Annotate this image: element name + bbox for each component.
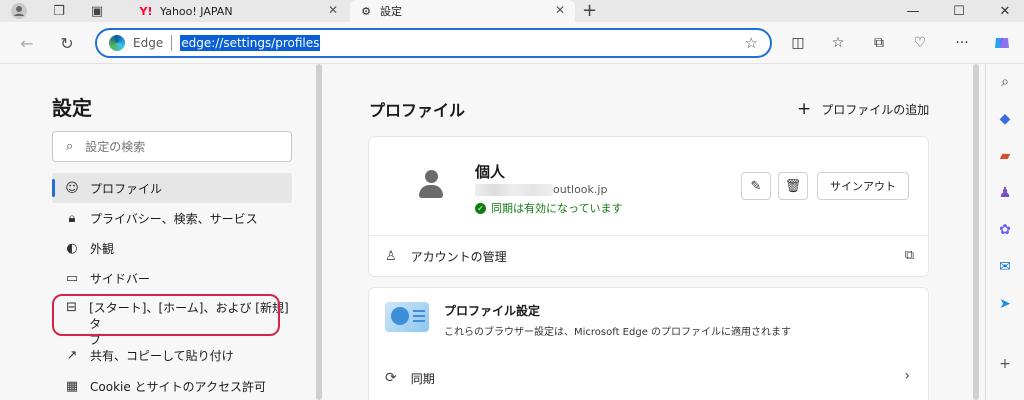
sidebar-item-label: プロファイル <box>90 181 163 196</box>
share-icon: ↗ <box>66 347 78 363</box>
sidebar-item-label: 共有、コピーして貼り付け <box>90 348 234 363</box>
send-icon[interactable]: ➤ <box>995 294 1015 314</box>
pencil-icon: ✎ <box>750 178 762 194</box>
favorites-icon[interactable]: ☆ <box>828 33 848 53</box>
sync-row[interactable]: ⟳ 同期 › <box>369 358 928 398</box>
sidebar-item-label: 外観 <box>90 241 115 256</box>
close-icon[interactable]: ✕ <box>328 3 338 17</box>
profile-avatar-icon[interactable] <box>10 2 28 20</box>
more-menu-icon[interactable]: ··· <box>952 33 972 53</box>
profile-settings-card: プロファイル設定 これらのブラウザー設定は、Microsoft Edge のプロ… <box>369 288 928 400</box>
sync-icon: ⟳ <box>385 370 397 386</box>
signout-button[interactable]: サインアウト <box>817 172 909 200</box>
edge-sidebar: ⌕ ◆ ▰ ♟ ✿ ✉ ➤ + <box>985 64 1024 400</box>
minimize-button[interactable]: — <box>898 0 928 22</box>
tab-settings[interactable]: ⚙ 設定 ✕ <box>350 0 575 22</box>
address-divider <box>171 35 173 51</box>
back-button[interactable]: ← <box>16 32 38 54</box>
profile-card: 個人 outlook.jp ✓ 同期は有効になっています ✎ 🗑︎ サインアウト… <box>369 137 928 276</box>
address-brand: Edge <box>133 36 164 50</box>
sidebar-item-label: サイドバー <box>90 271 151 286</box>
outlook-icon[interactable]: ✉ <box>995 257 1015 277</box>
sync-status: ✓ 同期は有効になっています <box>475 200 622 216</box>
sidebar-icon: ▭ <box>65 270 79 286</box>
maximize-button[interactable]: ☐ <box>944 0 974 22</box>
profile-email: outlook.jp <box>475 183 607 196</box>
sidebar-item-privacy[interactable]: 🔒︎ プライバシー、検索、サービス <box>52 203 292 233</box>
search-icon: ⌕ <box>66 139 74 154</box>
sidebar-item-label: Cookie とサイトのアクセス許可 <box>90 379 266 394</box>
tab-yahoo[interactable]: Y! Yahoo! JAPAN ✕ <box>130 0 348 22</box>
main-scrollbar[interactable] <box>973 64 979 400</box>
sidebar-item-sidebar[interactable]: ▭ サイドバー <box>52 263 292 293</box>
add-sidebar-app-icon[interactable]: + <box>995 354 1015 374</box>
sync-label: 同期 <box>410 371 435 386</box>
sidebar-item-share[interactable]: ↗ 共有、コピーして貼り付け <box>52 340 292 370</box>
profile-settings-title: プロファイル設定 <box>444 304 541 318</box>
yahoo-favicon-icon: Y! <box>139 4 153 18</box>
sidebar-item-appearance[interactable]: ◐ 外観 <box>52 233 292 263</box>
settings-sidebar: 設定 ⌕ ☺ プロファイル 🔒︎ プライバシー、検索、サービス ◐ 外観 ▭ サ… <box>0 64 325 400</box>
split-screen-icon[interactable]: ◫ <box>788 33 808 53</box>
tab-label: 設定 <box>380 5 402 18</box>
tab-bar: ❐ ▣ Y! Yahoo! JAPAN ✕ ⚙ 設定 ✕ + — ☐ ✕ <box>0 0 1024 22</box>
profile-email-suffix: outlook.jp <box>553 183 608 196</box>
window-close-button[interactable]: ✕ <box>990 0 1020 22</box>
search-icon[interactable]: ⌕ <box>995 72 1015 92</box>
sync-status-text: 同期は有効になっています <box>491 202 623 215</box>
redacted-email-mask <box>475 183 553 196</box>
sidebar-item-label: プライバシー、検索、サービス <box>90 211 258 226</box>
edit-profile-button[interactable]: ✎ <box>741 172 771 200</box>
add-profile-label: プロファイルの追加 <box>821 102 930 117</box>
close-icon[interactable]: ✕ <box>555 3 565 17</box>
plus-icon: + <box>797 99 812 119</box>
edge-logo-icon <box>109 35 125 51</box>
new-tab-button[interactable]: + <box>582 0 597 21</box>
shopping-tag-icon[interactable]: ◆ <box>995 109 1015 129</box>
address-bar[interactable]: Edge edge://settings/profiles ☆ <box>95 28 772 58</box>
external-link-icon: ⧉ <box>904 248 914 263</box>
person-icon: ♙ <box>385 248 397 264</box>
cookie-icon: ▦ <box>65 378 79 394</box>
highlight-ring <box>52 294 280 336</box>
profile-icon: ☺ <box>65 180 79 196</box>
profile-name: 個人 <box>475 163 506 181</box>
lock-icon: 🔒︎ <box>68 210 76 226</box>
workspaces-icon[interactable]: ❐ <box>50 2 68 20</box>
chevron-right-icon: › <box>904 368 910 384</box>
palette-icon: ◐ <box>66 240 78 256</box>
trash-icon: 🗑︎ <box>784 178 802 194</box>
profile-settings-illustration-icon <box>385 302 429 332</box>
tools-icon[interactable]: ▰ <box>995 146 1015 166</box>
check-circle-icon: ✓ <box>475 202 486 214</box>
profile-settings-description: これらのブラウザー設定は、Microsoft Edge のプロファイルに適用され… <box>444 327 792 338</box>
manage-account-label: アカウントの管理 <box>410 249 507 264</box>
add-profile-button[interactable]: + プロファイルの追加 <box>797 99 929 119</box>
manage-account-row[interactable]: ♙ アカウントの管理 ⧉ <box>369 236 928 276</box>
gear-icon: ⚙ <box>361 4 371 18</box>
avatar <box>419 170 443 200</box>
games-icon[interactable]: ♟ <box>995 183 1015 203</box>
delete-profile-button[interactable]: 🗑︎ <box>778 172 808 200</box>
browser-essentials-icon[interactable]: ♡ <box>910 33 930 53</box>
section-heading: プロファイル <box>369 101 466 120</box>
refresh-button[interactable]: ↻ <box>56 32 78 54</box>
search-input[interactable] <box>85 139 266 154</box>
page-title: 設定 <box>52 96 92 120</box>
address-url[interactable]: edge://settings/profiles <box>180 35 321 51</box>
tab-actions-icon[interactable]: ▣ <box>88 2 106 20</box>
settings-main: プロファイル + プロファイルの追加 個人 outlook.jp ✓ 同期は有効… <box>325 64 985 400</box>
sidebar-scrollbar[interactable] <box>316 64 322 400</box>
favorite-star-icon[interactable]: ☆ <box>745 34 758 52</box>
sidebar-item-cookies[interactable]: ▦ Cookie とサイトのアクセス許可 <box>52 371 292 400</box>
collections-icon[interactable]: ⧉ <box>869 33 889 53</box>
copilot-icon[interactable] <box>992 33 1012 53</box>
settings-search[interactable]: ⌕ <box>52 131 292 162</box>
tab-label: Yahoo! JAPAN <box>160 4 233 18</box>
microsoft365-icon[interactable]: ✿ <box>995 220 1015 240</box>
sidebar-item-profiles[interactable]: ☺ プロファイル <box>52 173 292 203</box>
